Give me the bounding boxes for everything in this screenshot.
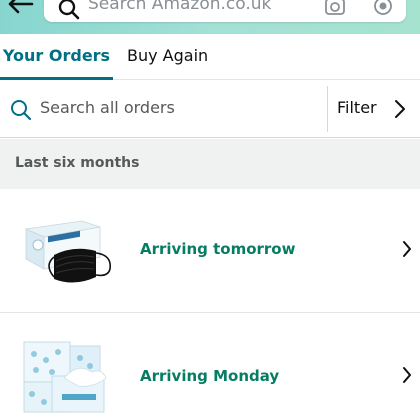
back-arrow-icon[interactable]	[8, 0, 34, 14]
amazon-search-box[interactable]: Search Amazon.co.uk	[44, 0, 406, 22]
filter-button[interactable]: Filter	[337, 98, 377, 117]
tab-buy-again[interactable]: Buy Again	[127, 34, 208, 80]
voice-icon[interactable]	[372, 0, 394, 18]
amazon-search-placeholder: Search Amazon.co.uk	[88, 0, 272, 14]
section-header: Last six months	[0, 139, 420, 189]
chevron-right-icon[interactable]	[394, 99, 406, 119]
order-status: Arriving tomorrow	[140, 240, 296, 258]
search-icon	[58, 0, 80, 20]
order-row[interactable]: Arriving tomorrow	[0, 189, 420, 313]
chevron-right-icon[interactable]	[402, 366, 412, 384]
tab-your-orders[interactable]: Your Orders	[0, 34, 113, 80]
order-row[interactable]: Arriving Monday	[0, 314, 420, 420]
orders-tabs: Your Orders Buy Again	[0, 34, 420, 80]
chevron-right-icon[interactable]	[402, 240, 412, 258]
surgical-mask-thumbnail	[24, 220, 112, 283]
order-status: Arriving Monday	[140, 367, 280, 385]
search-icon	[11, 100, 32, 121]
tissues-thumbnail	[23, 341, 107, 413]
divider	[327, 86, 328, 132]
camera-icon[interactable]	[324, 0, 346, 18]
top-header: Search Amazon.co.uk	[0, 0, 420, 34]
order-search-input[interactable]: Search all orders	[40, 98, 175, 117]
section-title: Last six months	[15, 155, 140, 171]
order-search-row: Search all orders Filter	[0, 80, 420, 138]
